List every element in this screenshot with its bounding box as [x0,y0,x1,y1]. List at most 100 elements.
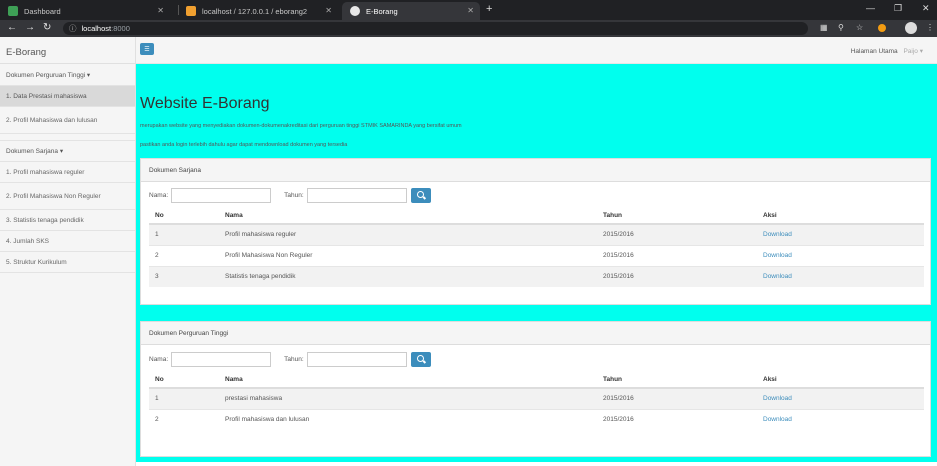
cell-nama: Statistis tenaga pendidik [225,265,603,287]
tab-dashboard[interactable]: Dashboard ✕ [0,2,170,20]
cell-tahun: 2015/2016 [603,223,763,245]
tab-title: localhost / 127.0.0.1 / eborang2 [202,6,308,16]
panel-title: Dokumen Perguruan Tinggi [141,322,930,345]
tab-title: Dashboard [24,6,61,16]
dashboard-favicon-icon [8,6,18,16]
new-tab-icon[interactable]: + [486,3,492,15]
close-icon[interactable]: ✕ [325,6,332,15]
cell-tahun: 2015/2016 [603,244,763,266]
download-link[interactable]: Download [763,408,924,430]
search-form: Nama: Tahun: [149,352,431,367]
col-no: No [149,207,225,225]
col-tahun: Tahun [603,207,763,225]
window-close-icon[interactable]: ✕ [922,3,930,14]
col-aksi: Aksi [763,371,924,389]
search-button[interactable] [410,188,431,203]
globe-icon [350,6,360,16]
tahun-search-input[interactable] [306,188,407,203]
tahun-search-input[interactable] [306,352,407,367]
table-row: 2 Profil mahasiswa dan lulusan 2015/2016… [149,408,924,430]
phpmyadmin-favicon-icon [186,6,196,16]
cell-no: 3 [149,265,225,287]
page-title: Website E-Borang [140,95,270,112]
cell-nama: Profil Mahasiswa Non Reguler [225,244,603,266]
brand-title[interactable]: E-Borang [0,37,135,64]
cell-no: 2 [149,244,225,266]
url-input[interactable]: ⓘ localhost :8000 [63,22,808,35]
table-dokumen-sarjana: No Nama Tahun Aksi 1 Profil mahasiswa re… [149,207,924,287]
close-icon[interactable]: ✕ [157,6,164,15]
cell-tahun: 2015/2016 [603,265,763,287]
login-hint: pastikan anda login terlebih dahulu agar… [140,142,348,148]
sidebar-item-prestasi[interactable]: 1. Data Prestasi mahasiswa [0,86,135,107]
table-row: 1 prestasi mahasiswa 2015/2016 Download [149,387,924,409]
minimize-icon[interactable]: — [866,3,875,13]
nama-label: Nama: [149,192,169,199]
cell-nama: prestasi mahasiswa [225,387,603,409]
forward-icon[interactable]: → [25,22,35,33]
tab-eborang[interactable]: E-Borang ✕ [342,2,480,20]
nama-search-input[interactable] [171,188,272,203]
sidebar-group-perguruan-tinggi[interactable]: Dokumen Perguruan Tinggi ▾ [0,64,135,86]
menu-icon: ☰ [144,46,150,53]
tab-title: E-Borang [366,6,398,16]
back-icon[interactable]: ← [7,22,17,33]
maximize-icon[interactable]: ❐ [894,3,902,14]
cell-nama: Profil mahasiswa dan lulusan [225,408,603,430]
sidebar-item-statistis[interactable]: 3. Statistis tenaga pendidik [0,210,135,231]
tahun-label: Tahun: [284,356,304,363]
home-link[interactable]: Halaman Utama [851,48,898,55]
panel-dokumen-sarjana: Dokumen Sarjana Nama: Tahun: No Nama Tah… [140,158,931,305]
download-link[interactable]: Download [763,223,924,245]
tahun-label: Tahun: [284,192,304,199]
sidebar-group-sarjana[interactable]: Dokumen Sarjana ▾ [0,140,135,162]
browser-tab-bar: Dashboard ✕ localhost / 127.0.0.1 / ebor… [0,0,937,20]
sidebar-item-kurikulum[interactable]: 5. Struktur Kurikulum [0,252,135,273]
table-row: 3 Statistis tenaga pendidik 2015/2016 Do… [149,265,924,287]
table-row: 2 Profil Mahasiswa Non Reguler 2015/2016… [149,244,924,266]
profile-avatar-icon[interactable] [905,22,917,34]
sidebar-item-jumlah-sks[interactable]: 4. Jumlah SKS [0,231,135,252]
col-aksi: Aksi [763,207,924,225]
browser-address-bar: ← → ↻ ⓘ localhost :8000 ▦ ⚲ ☆ ⋮ [0,20,937,37]
sidebar-item-profil-non-reguler[interactable]: 2. Profil Mahasiswa Non Reguler [0,183,135,210]
close-icon[interactable]: ✕ [467,6,474,15]
nama-label: Nama: [149,356,169,363]
info-icon[interactable]: ⓘ [69,23,77,34]
cell-nama: Profil mahasiswa reguler [225,223,603,245]
panel-dokumen-perguruan-tinggi: Dokumen Perguruan Tinggi Nama: Tahun: No… [140,321,931,457]
url-port: :8000 [111,24,130,33]
zoom-icon[interactable]: ⚲ [838,23,844,32]
panel-title: Dokumen Sarjana [141,159,930,182]
translate-icon[interactable]: ▦ [820,23,828,32]
cell-tahun: 2015/2016 [603,387,763,409]
table-dokumen-perguruan-tinggi: No Nama Tahun Aksi 1 prestasi mahasiswa … [149,371,924,430]
nama-search-input[interactable] [171,352,272,367]
sidebar: E-Borang Dokumen Perguruan Tinggi ▾ 1. D… [0,37,136,466]
reload-icon[interactable]: ↻ [43,22,51,33]
cell-no: 1 [149,223,225,245]
col-nama: Nama [225,371,603,389]
sidebar-toggle-button[interactable]: ☰ [140,43,154,55]
page-description: merupakan website yang menyediakan dokum… [140,123,462,129]
top-right-nav: Halaman Utama Paijo ▾ [851,47,923,55]
download-link[interactable]: Download [763,265,924,287]
top-navbar: ☰ Halaman Utama Paijo ▾ [136,37,937,64]
download-link[interactable]: Download [763,244,924,266]
tab-phpmyadmin[interactable]: localhost / 127.0.0.1 / eborang2 ✕ [178,2,338,20]
star-icon[interactable]: ☆ [856,23,863,32]
download-link[interactable]: Download [763,387,924,409]
search-form: Nama: Tahun: [149,188,431,203]
menu-kebab-icon[interactable]: ⋮ [926,23,934,32]
search-button[interactable] [410,352,431,367]
sidebar-item-profil-lulusan[interactable]: 2. Profil Mahasiswa dan lulusan [0,107,135,134]
extension-icon[interactable] [878,24,886,32]
col-nama: Nama [225,207,603,225]
cell-no: 2 [149,408,225,430]
url-host: localhost [81,24,112,33]
user-menu[interactable]: Paijo ▾ [903,48,923,55]
col-tahun: Tahun [603,371,763,389]
col-no: No [149,371,225,389]
sidebar-item-profil-reguler[interactable]: 1. Profil mahasiswa reguler [0,162,135,183]
cell-no: 1 [149,387,225,409]
